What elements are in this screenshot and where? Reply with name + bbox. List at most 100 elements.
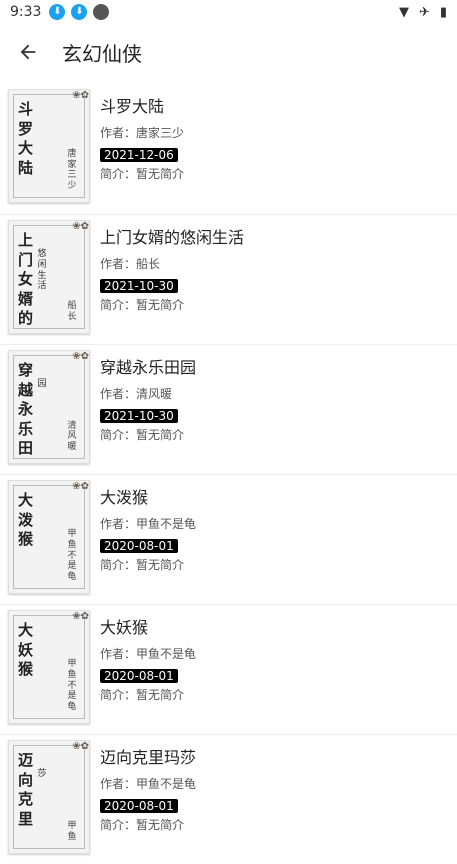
battery-icon: ▮ (439, 4, 447, 20)
list-item[interactable]: ❀✿ 大妖猴甲鱼不是龟大妖猴 作者：甲鱼不是龟 2020-08-01 简介：暂无简介 (0, 604, 457, 734)
book-cover-image: ❀✿ 上门女婿的悠闲生活船长 (8, 220, 90, 334)
cover-subtitle-char: 活 (37, 281, 47, 292)
book-list: ❀✿ 斗罗大陆唐家三少斗罗大陆 作者：唐家三少 2021-12-06 简介：暂无简介 ❀✿… (0, 84, 457, 864)
cover-title-char: 猴 (18, 660, 34, 678)
arrow-left-icon (20, 44, 36, 60)
list-item[interactable]: ❀✿ 上门女婿的悠闲生活船长上门女婿的悠闲生活 作者：船长 2021-10-30 简介：… (0, 214, 457, 344)
cover-title-char: 婿 (18, 289, 34, 308)
cover-author: 甲鱼不是龟 (67, 529, 77, 583)
book-title: 大泼猴 (100, 488, 149, 507)
book-cover-image: ❀✿ 大妖猴甲鱼不是龟 (8, 610, 90, 724)
status-time: 9:33 (10, 4, 42, 20)
book-cover-image: ❀✿ 穿越永乐田园清风暖 (8, 350, 90, 464)
cover-title-char: 大 (18, 491, 34, 509)
cover-title-char: 克 (18, 790, 34, 808)
cover-author: 唐家三少 (67, 149, 77, 192)
cover-title-char: 穿 (18, 361, 34, 379)
cover-title: 斗罗大陆 (18, 100, 34, 178)
cover-title-char: 永 (18, 400, 34, 418)
book-cover-image: ❀✿ 大泼猴 甲鱼不是龟 (8, 480, 90, 594)
book-title: 斗罗大陆 (100, 97, 165, 116)
book-intro: 简介：暂无简介 (100, 428, 185, 442)
wifi-icon: ▼ (398, 4, 409, 20)
cover-title-char: 上 (18, 231, 34, 249)
book-date-badge: 2020-08-01 (100, 799, 178, 813)
cover-author: 船长 (67, 301, 77, 323)
book-info: 大泼猴 作者：甲鱼不是龟 2020-08-01 简介：暂无简介 (100, 480, 196, 599)
cover-subtitle: 悠闲生活 (37, 249, 47, 292)
cover-title: 迈向克里 (18, 751, 34, 829)
cover-subtitle: 园 (37, 379, 47, 390)
cover-title: 穿越永乐田 (18, 361, 34, 459)
book-info: 上门女婿的悠闲生活 作者：船长 2021-10-30 简介：暂无简介 (100, 220, 244, 339)
cover-author-char: 不 (67, 550, 77, 561)
cover-author-char: 甲 (67, 659, 77, 670)
cover-title-char: 猴 (18, 530, 34, 548)
status-bar: 9:33 ⬇ ⬇ ▼ ✈ ▮ (0, 0, 457, 24)
app-bar: 玄幻仙侠 (0, 24, 457, 80)
cover-author-char: 甲 (67, 821, 77, 832)
cover-title-char: 大 (18, 139, 34, 157)
list-item[interactable]: ❀✿ 斗罗大陆唐家三少斗罗大陆 作者：唐家三少 2021-12-06 简介：暂无简介 (0, 84, 457, 214)
notification-dot-icon (93, 4, 110, 20)
airplane-icon: ✈ (418, 4, 430, 20)
book-title: 迈向克里玛莎 (100, 748, 197, 767)
cover-author: 甲鱼不是龟 (67, 659, 77, 713)
cover-title: 大妖猴 (18, 621, 34, 680)
book-author: 作者：甲鱼不是龟 (100, 647, 197, 661)
cover-title-char: 罗 (18, 119, 34, 138)
book-cover-image: ❀✿ 斗罗大陆唐家三少 (8, 89, 90, 203)
cover-title: 上门女婿的 (18, 231, 34, 329)
cover-author-char: 三 (67, 170, 77, 181)
cover-subtitle-char: 生 (37, 270, 47, 281)
book-title: 上门女婿的悠闲生活 (100, 228, 245, 247)
download-notification-icon: ⬇ (49, 4, 66, 20)
book-info: 大妖猴 作者：甲鱼不是龟 2020-08-01 简介：暂无简介 (100, 610, 196, 729)
book-date-badge: 2021-12-06 (100, 148, 178, 162)
cover-author-char: 鱼 (67, 539, 77, 550)
cover-subtitle-char: 莎 (37, 769, 47, 779)
floral-ornament-icon: ❀✿ (72, 351, 89, 362)
floral-ornament-icon: ❀✿ (72, 481, 89, 492)
book-info: 迈向克里玛莎作者：甲鱼不是龟 2020-08-01 简介：暂无简介 (100, 740, 196, 859)
book-date-badge: 2021-10-30 (100, 279, 178, 293)
cover-subtitle-char: 园 (37, 379, 47, 389)
cover-author-char: 鱼 (67, 832, 77, 843)
floral-ornament-icon: ❀✿ (72, 90, 89, 101)
book-author: 作者：甲鱼不是龟 (100, 777, 197, 791)
book-intro: 简介：暂无简介 (100, 558, 185, 572)
cover-title-char: 向 (18, 770, 34, 789)
book-date-badge: 2020-08-01 (100, 669, 178, 683)
list-item[interactable]: ❀✿ 迈向克里莎甲鱼迈向克里玛莎 作者：甲鱼不是龟 2020-08-01 简介：暂无简介 (0, 734, 457, 864)
cover-title-char: 乐 (18, 419, 34, 438)
cover-author-char: 鱼 (67, 669, 77, 680)
cover-title-char: 里 (18, 809, 34, 828)
book-author: 作者：甲鱼不是龟 (100, 517, 197, 531)
book-intro: 简介：暂无简介 (100, 818, 185, 832)
book-title: 穿越永乐田园 (100, 358, 197, 377)
book-author: 作者：唐家三少 (100, 126, 185, 140)
cover-author-char: 唐 (67, 148, 77, 159)
cover-author-char: 家 (67, 159, 77, 170)
list-item[interactable]: ❀✿ 穿越永乐田园清风暖穿越永乐田园 作者：清风暖 2021-10-30 简介：暂无简介 (0, 344, 457, 474)
cover-subtitle-char: 闲 (37, 259, 47, 270)
list-item[interactable]: ❀✿ 大泼猴甲鱼不是龟大泼猴 作者：甲鱼不是龟 2020-08-01 简介：暂无简介 (0, 474, 457, 604)
cover-author-char: 是 (67, 561, 77, 572)
cover-author-char: 暖 (67, 442, 77, 453)
book-author: 作者：清风暖 (100, 387, 173, 401)
cover-title-char: 妖 (18, 640, 34, 659)
cover-author-char: 龟 (67, 572, 77, 583)
book-intro: 简介：暂无简介 (100, 688, 185, 702)
cover-title-char: 大 (18, 621, 34, 639)
floral-ornament-icon: ❀✿ (72, 611, 89, 622)
page-title: 玄幻仙侠 (62, 41, 142, 66)
cover-subtitle-char: 悠 (37, 249, 47, 259)
cover-title-char: 泼 (18, 510, 34, 529)
cover-author-char: 清 (67, 420, 77, 431)
book-cover-image: ❀✿ 迈向克里莎甲鱼 (8, 740, 90, 854)
cover-title-char: 门 (18, 250, 34, 269)
cover-author-char: 风 (67, 431, 77, 442)
back-button[interactable] (14, 38, 42, 66)
cover-title-char: 迈 (18, 751, 34, 769)
book-info: 穿越永乐田园 作者：清风暖 2021-10-30 简介：暂无简介 (100, 350, 196, 469)
